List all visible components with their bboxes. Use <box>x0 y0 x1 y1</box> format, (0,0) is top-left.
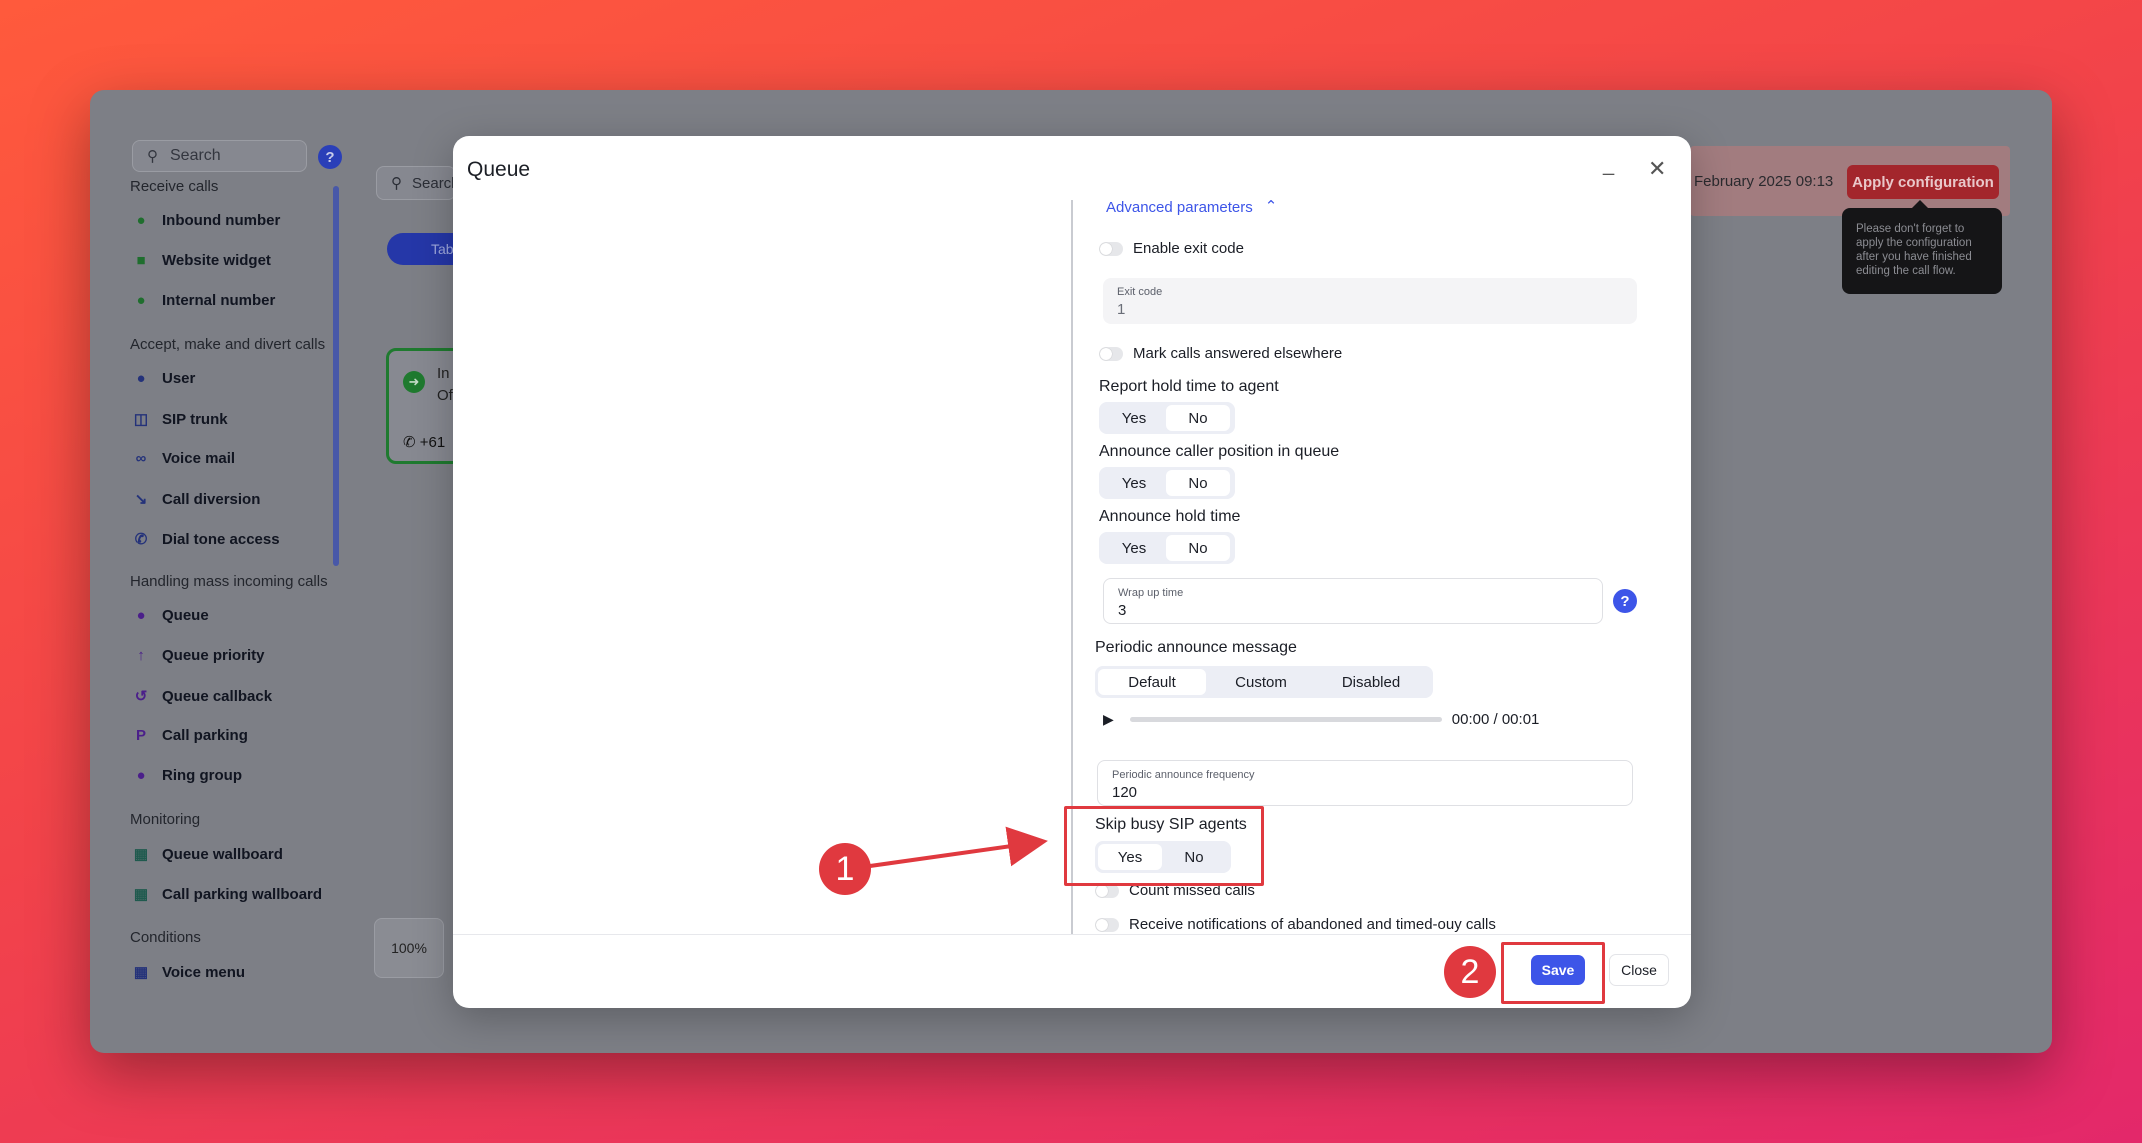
wrap-up-time-field[interactable]: Wrap up time 3 <box>1103 578 1603 624</box>
mark-answered-toggle[interactable] <box>1099 346 1123 361</box>
sip-trunk-icon: ◫ <box>133 411 149 428</box>
close-icon[interactable]: ✕ <box>1648 156 1666 182</box>
announce-position-label: Announce caller position in queue <box>1099 443 1340 460</box>
wallboard-icon: ▦ <box>133 886 149 903</box>
apply-tooltip: Please don't forget to apply the configu… <box>1842 200 2002 294</box>
grid-icon: ▦ <box>133 964 149 981</box>
reply-all-icon: ↺ <box>134 688 148 705</box>
wallboard-icon: ▦ <box>133 846 149 863</box>
search-icon: ⚲ <box>391 175 402 192</box>
plus-circle-icon: ● <box>136 292 146 309</box>
mark-answered-row: Mark calls answered elsewhere <box>1099 345 1342 362</box>
play-icon[interactable]: ▶ <box>1103 711 1114 728</box>
periodic-message-disabled[interactable]: Disabled <box>1316 669 1426 695</box>
last-modified-date: February 2025 09:13 <box>1694 173 1834 190</box>
user-icon: ● <box>136 370 146 387</box>
call-diversion-icon: ↘ <box>134 491 148 508</box>
periodic-frequency-field[interactable]: Periodic announce frequency 120 <box>1097 760 1633 806</box>
report-hold-segmented: Yes No <box>1099 402 1235 434</box>
section-handling-mass: Handling mass incoming calls <box>130 573 328 590</box>
step-marker-1: 1 <box>819 843 871 895</box>
report-hold-label: Report hold time to agent <box>1099 378 1279 395</box>
sidebar-item-call-diversion[interactable]: ↘ Call diversion <box>132 490 261 509</box>
parking-icon: P <box>135 727 146 744</box>
arrow-right-icon: ➜ <box>403 371 425 393</box>
sidebar-item-call-parking[interactable]: P Call parking <box>132 727 248 744</box>
phone-icon: ✆ <box>134 531 148 548</box>
section-monitoring: Monitoring <box>130 811 201 828</box>
periodic-message-default[interactable]: Default <box>1098 669 1206 695</box>
sidebar-item-user[interactable]: ● User <box>132 370 195 387</box>
audio-player: ▶ 00:00 / 00:01 <box>1103 711 1539 728</box>
help-icon[interactable]: ? <box>318 145 342 169</box>
audio-progress-bar[interactable] <box>1129 717 1442 722</box>
apply-configuration-button[interactable]: Apply configuration <box>1847 165 1999 199</box>
sidebar-item-ring-group[interactable]: ● Ring group <box>132 767 242 784</box>
sidebar-item-call-parking-wallboard[interactable]: ▦ Call parking wallboard <box>132 885 322 904</box>
group-icon: ● <box>136 767 146 784</box>
sidebar-search-input[interactable]: ⚲ Search <box>132 140 307 172</box>
voicemail-icon: ∞ <box>135 450 147 467</box>
help-icon[interactable]: ? <box>1613 589 1637 613</box>
announce-position-no[interactable]: No <box>1166 470 1230 496</box>
receive-notifications-toggle[interactable] <box>1095 917 1119 932</box>
report-hold-no[interactable]: No <box>1166 405 1230 431</box>
close-button[interactable]: Close <box>1609 954 1669 986</box>
advanced-parameters-toggle[interactable]: Advanced parameters ⌃ <box>1106 198 1277 216</box>
announce-hold-yes[interactable]: Yes <box>1102 535 1166 561</box>
periodic-message-custom[interactable]: Custom <box>1206 669 1316 695</box>
footer-divider <box>453 934 1691 935</box>
exit-code-field[interactable]: Exit code 1 <box>1103 278 1637 324</box>
search-icon: ⚲ <box>147 148 158 165</box>
receive-notifications-row: Receive notifications of abandoned and t… <box>1095 916 1496 933</box>
periodic-message-label: Periodic announce message <box>1095 639 1297 656</box>
announce-hold-label: Announce hold time <box>1099 508 1241 525</box>
step-marker-2: 2 <box>1444 946 1496 998</box>
enable-exit-code-row: Enable exit code <box>1099 240 1244 257</box>
queue-icon: ● <box>136 607 146 624</box>
section-accept-make-divert: Accept, make and divert calls <box>130 336 326 353</box>
canvas-search-input[interactable]: ⚲ Search <box>376 166 460 200</box>
modal-title: Queue <box>467 158 531 181</box>
announce-hold-no[interactable]: No <box>1166 535 1230 561</box>
sidebar-item-voice-mail[interactable]: ∞ Voice mail <box>132 450 235 467</box>
phone-icon: ✆ <box>403 434 416 451</box>
announce-position-yes[interactable]: Yes <box>1102 470 1166 496</box>
sidebar-item-sip-trunk[interactable]: ◫ SIP trunk <box>132 410 228 429</box>
periodic-message-segmented: Default Custom Disabled <box>1095 666 1433 698</box>
node-subtitle: Of <box>437 387 453 404</box>
sidebar-item-queue[interactable]: ● Queue <box>132 607 208 624</box>
section-conditions: Conditions <box>130 929 201 946</box>
enable-exit-code-toggle[interactable] <box>1099 241 1123 256</box>
sidebar-item-queue-priority[interactable]: ↑ Queue priority <box>132 647 264 664</box>
node-phone: ✆ +61 <box>403 434 446 451</box>
sidebar-search-placeholder: Search <box>170 147 221 164</box>
sidebar-item-website-widget[interactable]: ■ Website widget <box>132 252 270 269</box>
chevron-up-icon: ⌃ <box>1264 198 1278 215</box>
sidebar: ⚲ Search ? Receive calls ● Inbound numbe… <box>120 140 430 1030</box>
zoom-level[interactable]: 100% <box>374 918 444 978</box>
section-receive-calls: Receive calls <box>130 178 219 195</box>
highlight-skip-busy <box>1064 806 1264 886</box>
sidebar-item-voice-menu[interactable]: ▦ Voice menu <box>132 963 245 982</box>
widget-icon: ■ <box>136 252 146 269</box>
sidebar-scrollbar[interactable] <box>333 186 339 566</box>
announce-hold-segmented: Yes No <box>1099 532 1235 564</box>
highlight-save <box>1501 942 1605 1004</box>
sidebar-item-queue-wallboard[interactable]: ▦ Queue wallboard <box>132 845 283 864</box>
report-hold-yes[interactable]: Yes <box>1102 405 1166 431</box>
plus-circle-icon: ● <box>136 212 146 229</box>
sidebar-item-inbound-number[interactable]: ● Inbound number <box>132 212 280 229</box>
announce-position-segmented: Yes No <box>1099 467 1235 499</box>
minimize-icon[interactable]: _ <box>1603 154 1614 177</box>
sidebar-item-internal-number[interactable]: ● Internal number <box>132 292 275 309</box>
arrow-up-icon: ↑ <box>137 647 145 664</box>
node-title: In <box>437 365 450 382</box>
sidebar-item-dial-tone-access[interactable]: ✆ Dial tone access <box>132 530 280 549</box>
audio-time: 00:00 / 00:01 <box>1451 711 1540 728</box>
sidebar-item-queue-callback[interactable]: ↺ Queue callback <box>132 687 272 706</box>
